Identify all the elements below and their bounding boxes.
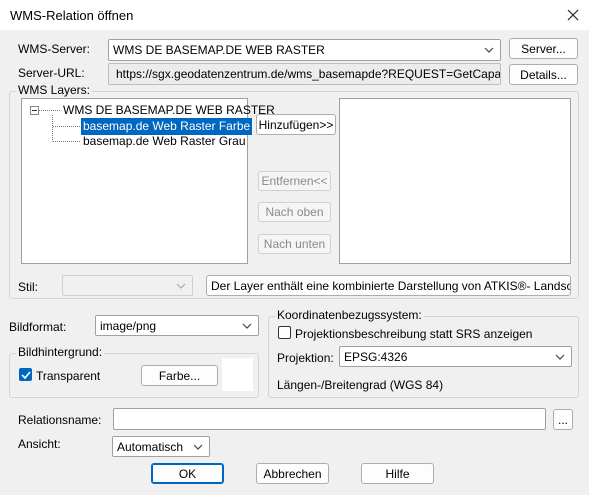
- chevron-down-icon: [242, 323, 252, 329]
- relation-name-input[interactable]: [113, 408, 546, 430]
- move-down-button[interactable]: Nach unten: [258, 234, 331, 254]
- ok-button[interactable]: OK: [151, 463, 224, 484]
- projection-info: Längen-/Breitengrad (WGS 84): [277, 378, 444, 392]
- server-select[interactable]: WMS DE BASEMAP.DE WEB RASTER: [108, 39, 501, 61]
- crs-group-label: Koordinatenbezugssystem:: [275, 308, 424, 322]
- color-swatch[interactable]: [222, 358, 253, 391]
- relation-name-label: Relationsname:: [18, 413, 102, 427]
- projection-label: Projektion:: [277, 351, 334, 365]
- projection-description-checkbox[interactable]: [278, 326, 291, 339]
- projection-value: EPSG:4326: [344, 349, 408, 364]
- details-button[interactable]: Details...: [509, 64, 578, 85]
- server-value: WMS DE BASEMAP.DE WEB RASTER: [113, 43, 325, 57]
- view-label: Ansicht:: [18, 437, 61, 451]
- cancel-button[interactable]: Abbrechen: [256, 463, 329, 484]
- move-up-button[interactable]: Nach oben: [258, 202, 331, 222]
- close-button[interactable]: [562, 4, 584, 26]
- url-value: https://sgx.geodatenzentrum.de/wms_basem…: [116, 67, 501, 81]
- chevron-down-icon: [193, 444, 203, 450]
- style-select[interactable]: [62, 275, 193, 296]
- format-value: image/png: [100, 318, 157, 333]
- close-icon: [567, 9, 579, 21]
- projection-description-label: Projektionsbeschreibung statt SRS anzeig…: [295, 327, 533, 341]
- view-value: Automatisch: [117, 439, 184, 454]
- view-select[interactable]: Automatisch: [112, 436, 210, 457]
- format-select[interactable]: image/png: [95, 315, 259, 336]
- window-title: WMS-Relation öffnen: [10, 8, 134, 23]
- server-button[interactable]: Server...: [509, 38, 578, 59]
- selected-layers-list[interactable]: [339, 98, 571, 264]
- wms-layers-label: WMS Layers:: [16, 83, 93, 97]
- tree-root-node[interactable]: WMS DE BASEMAP.DE WEB RASTER: [63, 102, 275, 119]
- style-label: Stil:: [18, 280, 39, 294]
- remove-layer-button[interactable]: Entfernen<<: [258, 171, 331, 191]
- color-button[interactable]: Farbe...: [141, 365, 218, 386]
- style-description-button[interactable]: Der Layer enthält eine kombinierte Darst…: [206, 275, 571, 296]
- chevron-down-icon: [484, 47, 494, 53]
- browse-button[interactable]: ...: [553, 409, 573, 430]
- background-group-label: Bildhintergrund:: [16, 345, 105, 359]
- format-label: Bildformat:: [9, 320, 67, 334]
- server-label: WMS-Server:: [18, 42, 90, 56]
- transparent-label: Transparent: [36, 369, 101, 383]
- url-field[interactable]: https://sgx.geodatenzentrum.de/wms_basem…: [108, 63, 501, 85]
- url-label: Server-URL:: [18, 66, 85, 80]
- checkmark-icon: [20, 370, 31, 379]
- projection-select[interactable]: EPSG:4326: [339, 346, 572, 367]
- chevron-down-icon: [555, 354, 565, 360]
- tree-node-grau[interactable]: basemap.de Web Raster Grau: [83, 133, 246, 150]
- chevron-down-icon: [176, 283, 186, 289]
- layer-tree[interactable]: WMS DE BASEMAP.DE WEB RASTER basemap.de …: [21, 98, 275, 264]
- transparent-checkbox[interactable]: [19, 368, 32, 381]
- help-button[interactable]: Hilfe: [361, 463, 434, 484]
- add-layer-button[interactable]: Hinzufügen>>: [256, 114, 336, 135]
